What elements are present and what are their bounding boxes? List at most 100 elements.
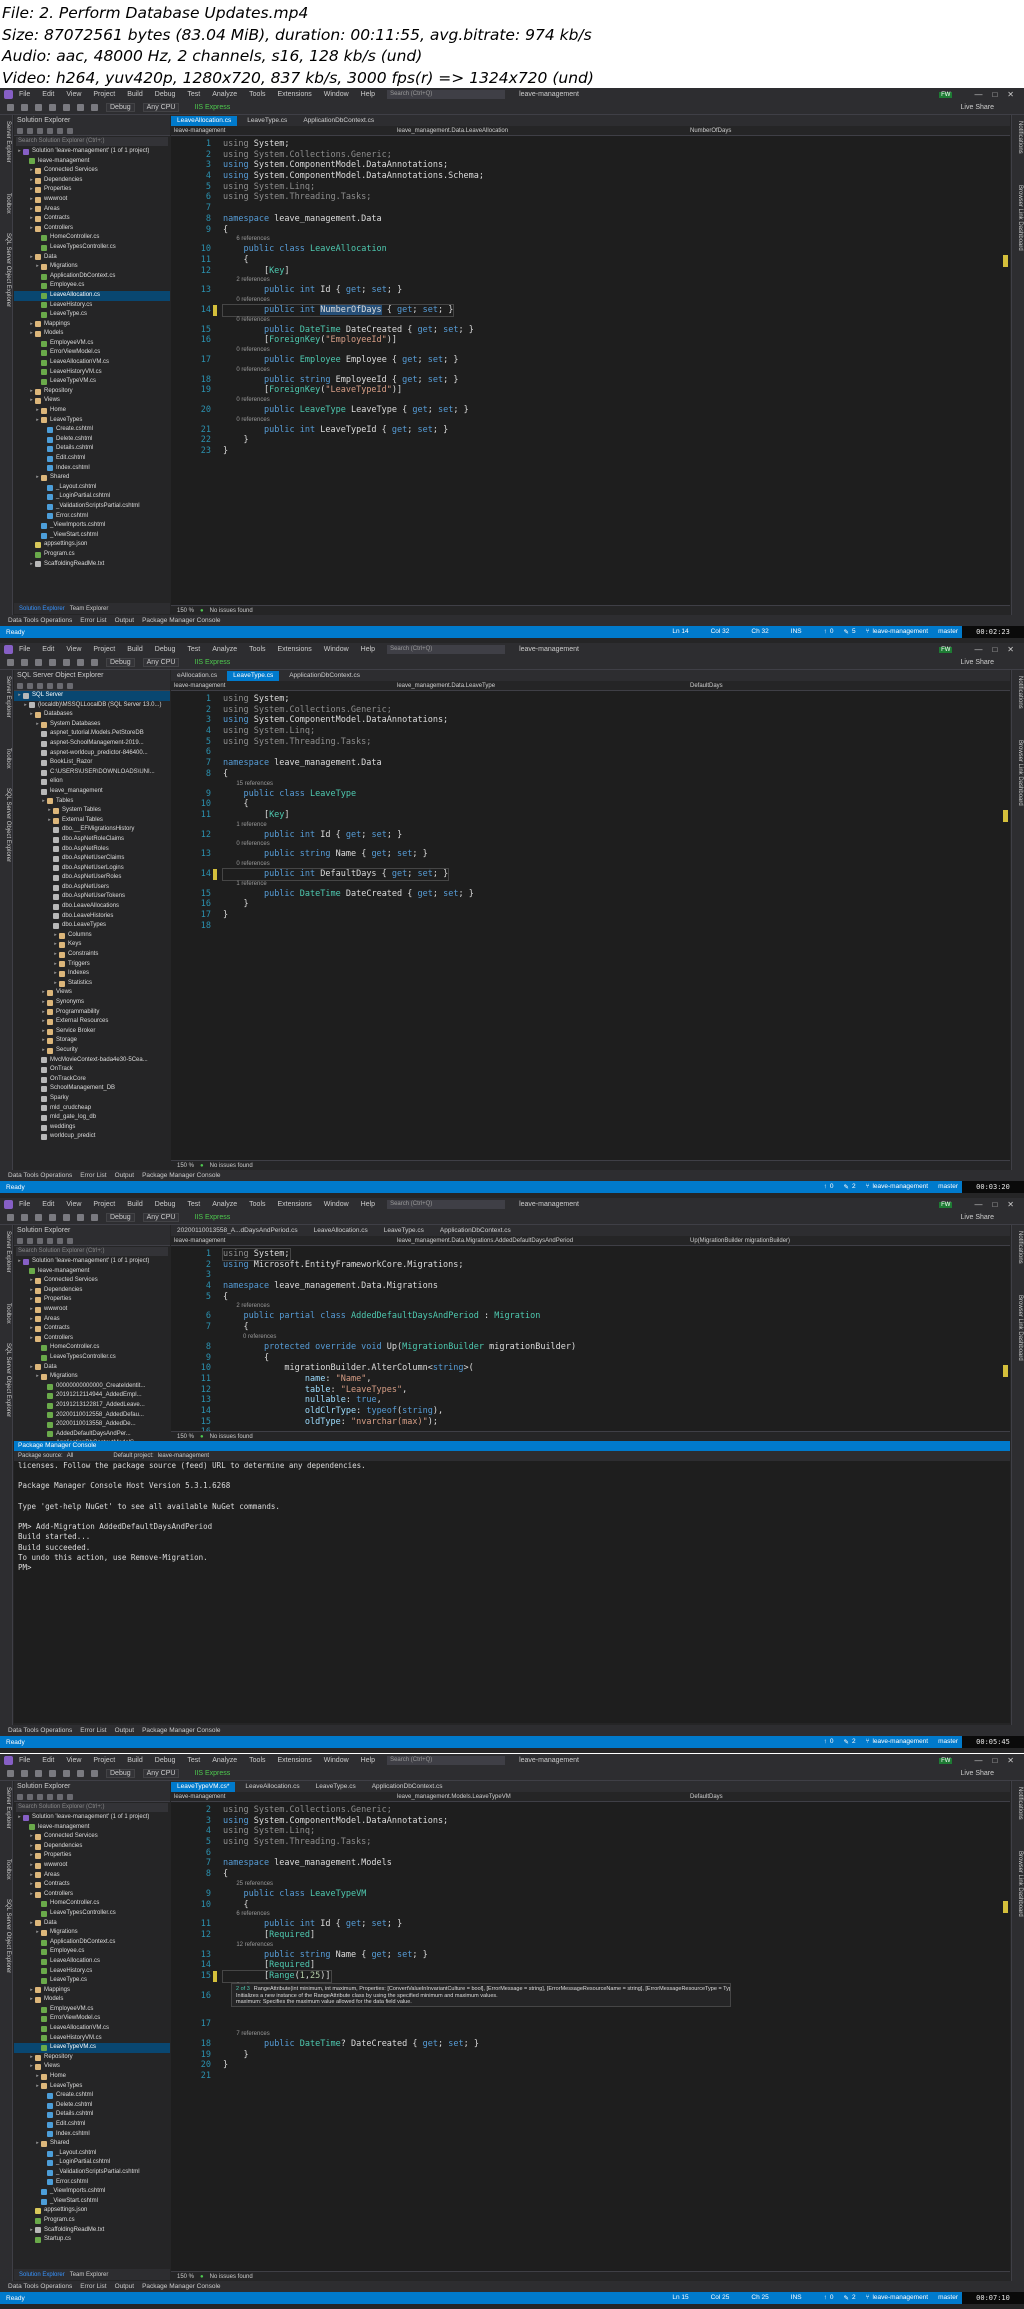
left-rail-tab[interactable]: SQL Server Object Explorer (5, 233, 11, 307)
minimize-icon[interactable]: — (974, 645, 982, 654)
menu-item-window[interactable]: Window (324, 91, 349, 98)
tree-item[interactable]: Create.cshtml (14, 425, 170, 435)
errors-count[interactable]: 0 (830, 2294, 834, 2302)
code-line[interactable]: 6 using System.Threading.Tasks; (171, 192, 1010, 203)
tree-item[interactable]: Employee.cs (14, 281, 170, 291)
tree-item[interactable]: Error.cshtml (14, 2178, 170, 2188)
expand-chevron-icon[interactable]: ▸ (29, 1986, 34, 1996)
code-line[interactable]: 14 [Required] (171, 1960, 1010, 1971)
right-rail-tab[interactable]: Browser Link Dashboard (1017, 1851, 1023, 1917)
platform-select[interactable]: Any CPU (142, 1213, 180, 1222)
codelens-hint[interactable]: 6 references (171, 1910, 1010, 1919)
code-area[interactable]: 1 using System; 2 using System.Collections.… (171, 136, 1010, 457)
tree-item[interactable]: ▸ Models (14, 1995, 170, 2005)
menu-item-project[interactable]: Project (93, 91, 115, 98)
tree-item[interactable]: Edit.cshtml (14, 454, 170, 464)
tree-item[interactable]: ▸ Databases (14, 710, 170, 720)
tree-item[interactable]: worldcup_predict (14, 1132, 170, 1142)
expand-chevron-icon[interactable]: ▸ (41, 1008, 46, 1018)
forward-icon[interactable] (21, 1214, 28, 1221)
code-line[interactable]: 16 [ForeignKey("EmployeeId")] (171, 335, 1010, 346)
bottom-tab[interactable]: Output (115, 2283, 135, 2290)
tree-item[interactable]: ▸ External Tables (14, 816, 170, 826)
code-line[interactable]: 4 using System.Linq; (171, 726, 1010, 737)
code-line[interactable]: 12 table: "LeaveTypes", (171, 1385, 1010, 1396)
tree-item[interactable]: 20191212114944_AddedEmpl... (14, 1391, 170, 1401)
menu-item-tools[interactable]: Tools (249, 1201, 265, 1208)
menu-item-view[interactable]: View (66, 1757, 81, 1764)
filter-icon[interactable] (57, 682, 63, 689)
tree-item[interactable]: LeaveAllocationVM.cs (14, 358, 170, 368)
menu-item-debug[interactable]: Debug (155, 646, 176, 653)
menu-item-file[interactable]: File (19, 646, 30, 653)
code-line[interactable]: 10 migrationBuilder.AlterColumn<string>( (171, 1363, 1010, 1374)
tree-item[interactable]: LeaveHistoryVM.cs (14, 368, 170, 378)
code-line[interactable]: 11 name: "Name", (171, 1374, 1010, 1385)
code-line[interactable]: 18 public DateTime? DateCreated { get; s… (171, 2039, 1010, 2050)
issues-indicator[interactable]: ● (200, 1163, 204, 1169)
tree-item[interactable]: ▸ Data (14, 1363, 170, 1373)
tree-item[interactable]: LeaveTypeVM.cs (14, 2043, 170, 2053)
menu-item-view[interactable]: View (66, 646, 81, 653)
tree-item[interactable]: mld_gate_log_db (14, 1113, 170, 1123)
issues-indicator[interactable]: ● (200, 608, 204, 614)
codelens-hint[interactable]: 0 references (171, 366, 1010, 375)
pane-tab[interactable]: Solution Explorer (19, 2272, 65, 2278)
tree-item[interactable]: leave-management (14, 157, 170, 167)
tree-item[interactable]: aspnet-SchoolManagement-2019... (14, 739, 170, 749)
redo-icon[interactable] (91, 659, 98, 666)
code-line[interactable]: 17 public Employee Employee { get; set; … (171, 355, 1010, 366)
code-line[interactable]: 11 public int Id { get; set; } (171, 1919, 1010, 1930)
run-button[interactable]: IIS Express (187, 1214, 230, 1221)
tree-item[interactable]: SchoolManagement_DB (14, 1084, 170, 1094)
tree-item[interactable]: HomeController.cs (14, 1899, 170, 1909)
sync-icon[interactable] (27, 1793, 33, 1800)
left-rail-tab[interactable]: Toolbox (5, 193, 11, 214)
bottom-tab[interactable]: Error List (80, 617, 106, 624)
run-button[interactable]: IIS Express (187, 1770, 230, 1777)
tree-item[interactable]: ▸ Properties (14, 1851, 170, 1861)
menu-item-extensions[interactable]: Extensions (278, 1757, 312, 1764)
tree-item[interactable]: 00000000000000_CreateIdentit... (14, 1382, 170, 1392)
forward-icon[interactable] (21, 104, 28, 111)
tree-item[interactable]: _LoginPartial.cshtml (14, 2158, 170, 2168)
code-line[interactable]: 19 [ForeignKey("LeaveTypeId")] (171, 385, 1010, 396)
tree-item[interactable]: LeaveHistoryVM.cs (14, 2034, 170, 2044)
user-avatar-badge[interactable]: FW (939, 1757, 953, 1764)
code-line[interactable]: 8{ (171, 1869, 1010, 1880)
code-line[interactable]: 22 } (171, 435, 1010, 446)
tree-item[interactable]: Details.cshtml (14, 444, 170, 454)
undo-icon[interactable] (77, 104, 84, 111)
collapse-all-icon[interactable] (47, 1237, 53, 1244)
expand-chevron-icon[interactable]: ▸ (35, 1928, 40, 1938)
tree-item[interactable]: Create.cshtml (14, 2091, 170, 2101)
code-area[interactable]: 1 using System; 2 using System.Collections.… (171, 691, 1010, 931)
code-line[interactable]: 20 public LeaveType LeaveType { get; set… (171, 405, 1010, 416)
live-share-button[interactable]: Live Share (961, 659, 994, 666)
code-line[interactable]: 18 public string EmployeeId { get; set; … (171, 375, 1010, 386)
tree-item[interactable]: ▸ Repository (14, 2053, 170, 2063)
package-manager-console[interactable]: Package Manager Console Package source: Al… (14, 1441, 1010, 1723)
expand-chevron-icon[interactable]: ▸ (29, 185, 34, 195)
forward-icon[interactable] (21, 1770, 28, 1777)
branch-icon[interactable]: ⑂ (866, 1738, 870, 1746)
tree-item[interactable]: ▸ Mappings (14, 1986, 170, 1996)
bottom-tab[interactable]: Error List (80, 1727, 106, 1734)
repo-name[interactable]: leave-management (872, 1738, 928, 1746)
redo-icon[interactable] (91, 1214, 98, 1221)
menu-item-help[interactable]: Help (361, 1201, 375, 1208)
tree-item[interactable]: OnTrackCore (14, 1075, 170, 1085)
code-line[interactable]: 10 public class LeaveAllocation (171, 244, 1010, 255)
code-line[interactable]: 2 using System.Collections.Generic; (171, 705, 1010, 716)
editor-tab[interactable]: LeaveTypeVM.cs* (171, 1782, 236, 1792)
branch-name[interactable]: master (938, 1183, 958, 1191)
tree-item[interactable]: ▸ Connected Services (14, 1832, 170, 1842)
menu-item-extensions[interactable]: Extensions (278, 91, 312, 98)
pane-tab[interactable]: Solution Explorer (19, 606, 65, 612)
editor-tab[interactable]: LeaveType.cs (227, 671, 280, 681)
tree-item[interactable]: dbo.AspNetUserTokens (14, 892, 170, 902)
new-item-icon[interactable] (35, 1214, 42, 1221)
bottom-tab[interactable]: Data Tools Operations (8, 1727, 72, 1734)
bottom-tab[interactable]: Data Tools Operations (8, 617, 72, 624)
expand-chevron-icon[interactable]: ▸ (29, 1276, 34, 1286)
